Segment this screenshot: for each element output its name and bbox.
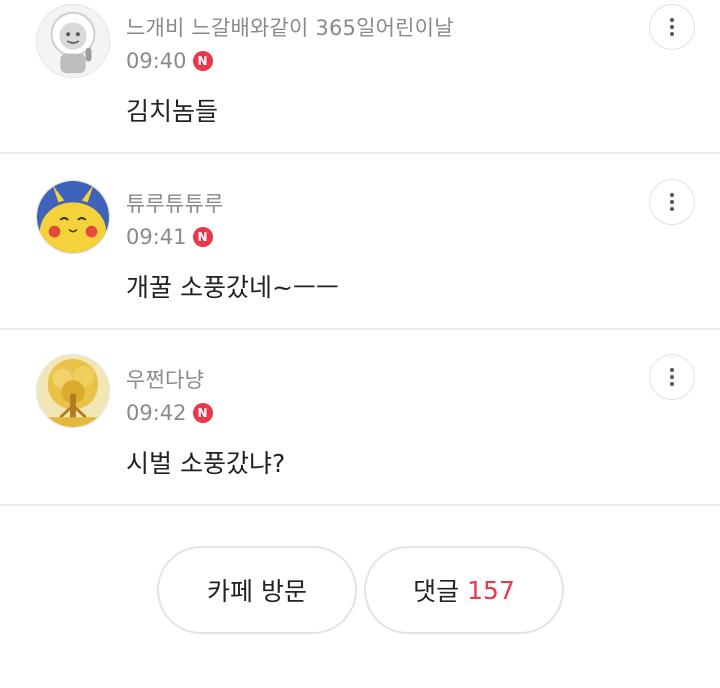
- comment-meta: 09:40 N: [126, 49, 213, 73]
- kebab-menu-icon: [670, 368, 674, 372]
- avatar[interactable]: [36, 180, 110, 254]
- comment-text: 김치놈들: [126, 97, 219, 126]
- avatar[interactable]: [36, 4, 110, 78]
- golden-tree-icon: [37, 355, 109, 427]
- comment-meta: 09:41 N: [126, 225, 213, 249]
- visit-cafe-button[interactable]: 카페 방문: [157, 546, 357, 634]
- new-badge-icon: N: [192, 403, 213, 423]
- comment-item: 튜루튜튜루 09:41 N 개꿀 소풍갔네~ㅡㅡ: [0, 154, 720, 330]
- comment-meta: 09:42 N: [126, 401, 213, 425]
- avatar[interactable]: [36, 354, 110, 428]
- kebab-menu-icon: [670, 18, 674, 22]
- comments-button[interactable]: 댓글 157: [364, 546, 564, 634]
- more-options-button[interactable]: [649, 354, 695, 400]
- comment-time: 09:41: [126, 225, 187, 249]
- comment-text: 개꿀 소풍갔네~ㅡㅡ: [126, 273, 339, 302]
- comment-nickname[interactable]: 튜루튜튜루: [126, 188, 224, 218]
- comment-item: 우쩐다냥 09:42 N 시벌 소풍갔냐?: [0, 330, 720, 506]
- yellow-mascot-icon: [37, 181, 109, 253]
- new-badge-icon: N: [192, 227, 213, 247]
- comment-nickname[interactable]: 우쩐다냥: [126, 364, 204, 394]
- more-options-button[interactable]: [649, 179, 695, 225]
- comment-text: 시벌 소풍갔냐?: [126, 449, 286, 478]
- comment-time: 09:42: [126, 401, 187, 425]
- sticker-character-icon: [37, 5, 109, 77]
- visit-cafe-label: 카페 방문: [207, 577, 307, 606]
- more-options-button[interactable]: [649, 4, 695, 50]
- comment-item: 느개비 느갈배와같이 365일어린이날 09:40 N 김치놈들: [0, 0, 720, 154]
- new-badge-icon: N: [192, 51, 213, 71]
- comment-time: 09:40: [126, 49, 187, 73]
- kebab-menu-icon: [670, 193, 674, 197]
- comments-label: 댓글: [413, 577, 460, 606]
- comments-count: 157: [467, 575, 515, 605]
- comment-nickname[interactable]: 느개비 느갈배와같이 365일어린이날: [126, 12, 454, 42]
